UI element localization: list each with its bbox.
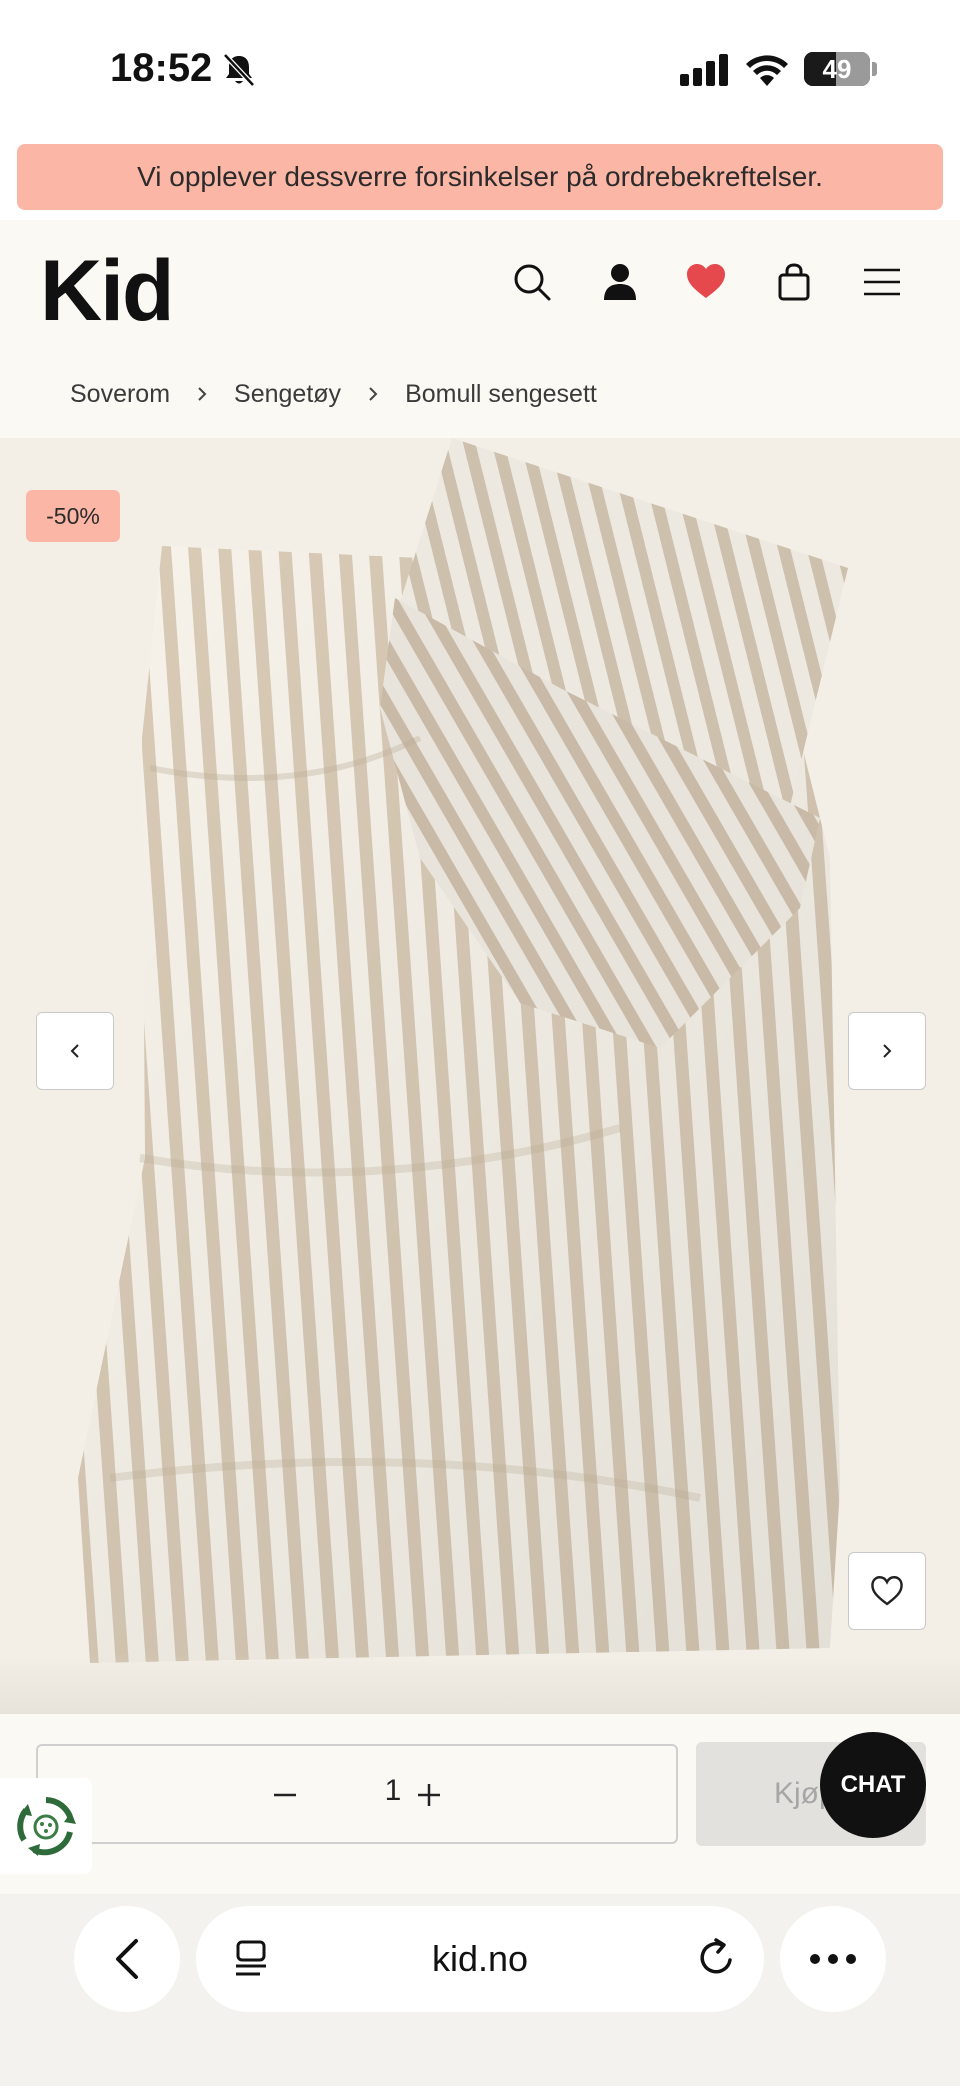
site-header: Kid <box>0 220 960 350</box>
battery-level: 49 <box>822 53 852 84</box>
favorites-heart-icon[interactable] <box>684 260 728 304</box>
url-text[interactable]: kid.no <box>196 1906 764 2012</box>
chevron-left-icon <box>116 1939 138 1979</box>
more-options-button[interactable] <box>780 1906 886 2012</box>
browser-toolbar: kid.no <box>0 1894 960 2086</box>
add-to-favorites-button[interactable] <box>848 1552 926 1630</box>
more-dots-icon <box>810 1954 856 1964</box>
search-icon[interactable] <box>510 260 554 304</box>
increase-quantity-button[interactable] <box>414 1780 444 1810</box>
battery-cap <box>872 62 877 76</box>
announcement-banner: Vi opplever dessverre forsinkelser på or… <box>17 144 943 210</box>
reload-icon[interactable] <box>694 1936 738 1980</box>
shopping-bag-icon[interactable] <box>772 260 816 304</box>
chevron-right-icon <box>369 387 378 401</box>
chevron-right-icon <box>198 387 207 401</box>
chat-button[interactable]: CHAT <box>820 1732 926 1838</box>
striped-bedding-image <box>78 438 848 1663</box>
quantity-stepper: 1 <box>36 1744 678 1844</box>
browser-back-button[interactable] <box>74 1906 180 2012</box>
breadcrumb-current[interactable]: Bomull sengesett <box>405 380 597 409</box>
breadcrumb: Soverom Sengetøy Bomull sengesett <box>0 350 960 438</box>
breadcrumb-soverom[interactable]: Soverom <box>70 380 170 409</box>
status-time: 18:52 <box>110 46 213 90</box>
next-image-button[interactable] <box>848 1012 926 1090</box>
status-bar: 18:52 49 <box>0 0 960 136</box>
chevron-right-icon <box>883 1044 892 1058</box>
decrease-quantity-button[interactable] <box>270 1780 300 1810</box>
breadcrumb-sengetoy[interactable]: Sengetøy <box>234 380 341 409</box>
discount-badge: -50% <box>26 490 120 542</box>
account-icon[interactable] <box>598 260 642 304</box>
previous-image-button[interactable] <box>36 1012 114 1090</box>
bell-muted-icon <box>223 53 255 87</box>
kid-logo[interactable]: Kid <box>40 242 175 341</box>
menu-icon[interactable] <box>860 260 904 304</box>
quantity-value[interactable]: 1 <box>378 1774 408 1808</box>
recycle-leaf-icon <box>17 1797 76 1856</box>
product-gallery[interactable]: -50% <box>0 438 960 1714</box>
address-bar[interactable]: kid.no <box>196 1906 764 2012</box>
battery-icon: 49 <box>804 52 870 86</box>
purchase-bar: 1 Kjøp <box>0 1714 960 1894</box>
wifi-icon <box>746 55 788 86</box>
signal-icon <box>680 54 728 86</box>
heart-outline-icon <box>871 1576 903 1606</box>
eco-badge[interactable] <box>0 1778 92 1874</box>
gallery-shade <box>0 1654 960 1714</box>
chevron-left-icon <box>70 1044 79 1058</box>
